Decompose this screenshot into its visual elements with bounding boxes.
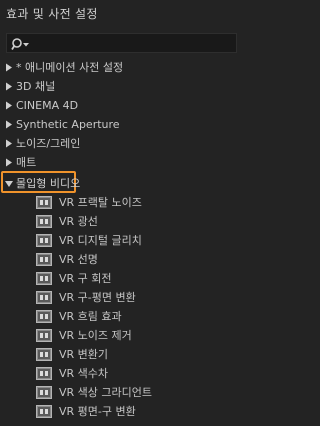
folder-row[interactable]: * 애니메이션 사전 설정 (0, 58, 239, 77)
effect-item[interactable]: VR 노이즈 제거 (0, 326, 239, 345)
effect-icon (36, 291, 52, 304)
folder-row[interactable]: CINEMA 4D (0, 96, 239, 115)
effect-label: VR 평면-구 변환 (59, 405, 136, 418)
effect-label: VR 색수차 (59, 367, 109, 380)
collapsed-triangle-icon[interactable] (5, 115, 15, 134)
folder-label: 몰입형 비디오 (16, 177, 81, 190)
effect-label: VR 노이즈 제거 (59, 329, 132, 342)
effect-icon (36, 348, 52, 361)
effect-item[interactable]: VR 색수차 (0, 364, 239, 383)
effect-label: VR 선명 (59, 253, 98, 266)
effects-presets-panel: 효과 및 사전 설정 * 애니메이션 사전 설정 3D 채널 CINEMA 4D Sy… (0, 0, 239, 426)
folder-row[interactable]: Synthetic Aperture (0, 115, 239, 134)
folder-label: 노이즈/그레인 (16, 137, 81, 150)
search-icon[interactable] (11, 37, 31, 51)
search-input[interactable] (6, 33, 237, 53)
effect-item[interactable]: VR 구 회전 (0, 269, 239, 288)
folder-label: Synthetic Aperture (16, 118, 120, 131)
effect-item[interactable]: VR 선명 (0, 250, 239, 269)
folder-row[interactable]: 3D 채널 (0, 77, 239, 96)
effect-icon (36, 310, 52, 323)
folder-label: 3D 채널 (16, 80, 56, 93)
folder-label: CINEMA 4D (16, 99, 79, 112)
effect-icon (36, 196, 52, 209)
effect-label: VR 구-평면 변환 (59, 291, 136, 304)
effect-item[interactable]: VR 흐림 효과 (0, 307, 239, 326)
collapsed-triangle-icon[interactable] (5, 77, 15, 96)
collapsed-triangle-icon[interactable] (5, 134, 15, 153)
collapsed-triangle-icon[interactable] (5, 58, 15, 77)
effect-item[interactable]: VR 디지털 글리치 (0, 231, 239, 250)
effect-label: VR 광선 (59, 215, 98, 228)
effect-icon (36, 386, 52, 399)
effect-item[interactable]: VR 색상 그라디언트 (0, 383, 239, 402)
effect-icon (36, 367, 52, 380)
effect-icon (36, 234, 52, 247)
folder-immersive-video[interactable]: 몰입형 비디오 (0, 171, 239, 193)
effect-label: VR 흐림 효과 (59, 310, 122, 323)
effect-label: VR 색상 그라디언트 (59, 386, 153, 399)
effect-item[interactable]: VR 프랙탈 노이즈 (0, 193, 239, 212)
effect-label: VR 디지털 글리치 (59, 234, 142, 247)
effect-icon (36, 253, 52, 266)
effect-icon (36, 405, 52, 418)
effects-tree: * 애니메이션 사전 설정 3D 채널 CINEMA 4D Synthetic Ape… (0, 58, 239, 421)
effect-item[interactable]: VR 평면-구 변환 (0, 402, 239, 421)
expanded-triangle-icon[interactable] (5, 180, 13, 188)
effect-icon (36, 272, 52, 285)
effect-item[interactable]: VR 광선 (0, 212, 239, 231)
effect-item[interactable]: VR 구-평면 변환 (0, 288, 239, 307)
folder-row[interactable]: 노이즈/그레인 (0, 134, 239, 153)
folder-label: 매트 (16, 156, 37, 169)
effect-label: VR 구 회전 (59, 272, 112, 285)
folder-row[interactable]: 매트 (0, 153, 239, 172)
folder-label: * 애니메이션 사전 설정 (16, 61, 124, 74)
panel-title: 효과 및 사전 설정 (6, 7, 98, 21)
effect-label: VR 프랙탈 노이즈 (59, 196, 142, 209)
effect-item[interactable]: VR 변환기 (0, 345, 239, 364)
effect-label: VR 변환기 (59, 348, 109, 361)
effect-icon (36, 215, 52, 228)
collapsed-triangle-icon[interactable] (5, 153, 15, 172)
collapsed-triangle-icon[interactable] (5, 96, 15, 115)
effect-icon (36, 329, 52, 342)
